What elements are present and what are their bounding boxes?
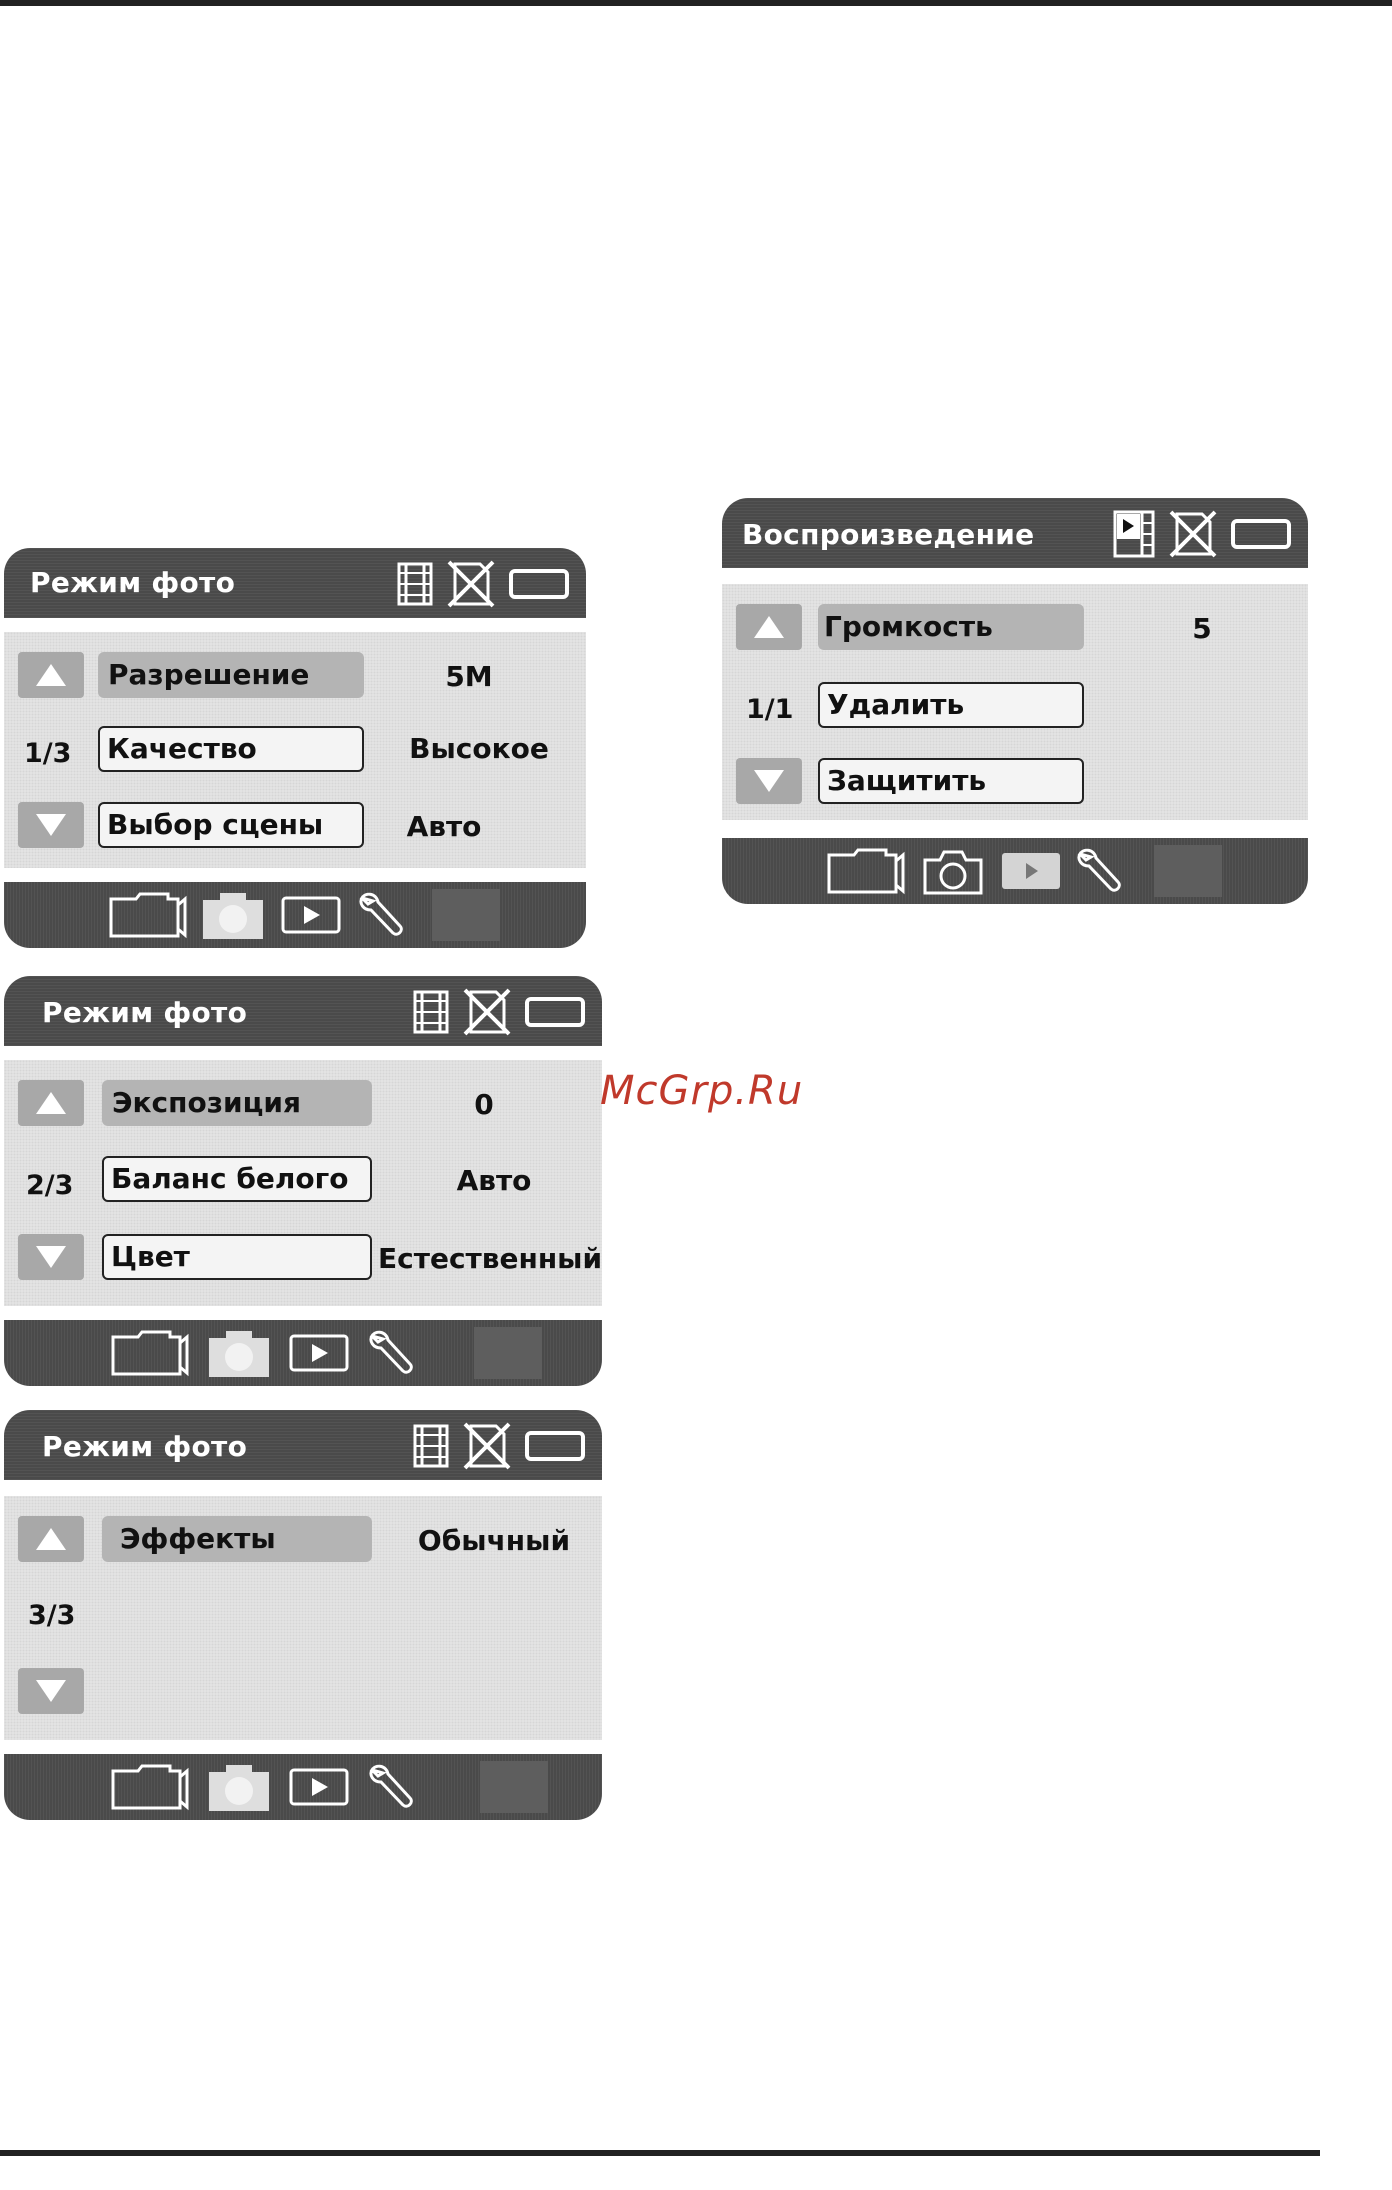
menu-item-volume[interactable]: Громкость [818,604,1084,650]
camera-icon[interactable] [922,846,984,896]
menu-body: Разрешение 5M 1/3 Качество Высокое Выбор… [4,632,586,868]
scroll-down-button[interactable] [18,1668,84,1714]
menu-value: 5M [445,660,493,693]
arrow-down-icon [36,814,66,836]
playback-icon[interactable] [288,1328,350,1378]
no-card-icon [463,988,511,1036]
playback-icon[interactable] [280,890,342,940]
empty-slot [480,1761,548,1813]
page-indicator: 1/1 [746,694,794,725]
screen-title: Воспроизведение [742,518,1035,551]
arrow-up-icon [754,616,784,638]
wrench-icon[interactable] [1074,846,1124,896]
menu-value: 5 [1192,612,1212,645]
menu-body: Экспозиция 0 2/3 Баланс белого Авто Цвет… [4,1060,602,1306]
arrow-up-icon [36,1528,66,1550]
no-card-icon [463,1422,511,1470]
scroll-up-button[interactable] [18,1516,84,1562]
scroll-up-button[interactable] [18,652,84,698]
screen-header: Режим фото [4,1410,602,1480]
menu-screen-photo-1: Режим фото Разрешение 5M 1/3 Качество Вы… [4,548,586,948]
scroll-down-button[interactable] [18,1234,84,1280]
playback-film-icon [1113,510,1155,558]
screen-footer [4,882,586,948]
arrow-down-icon [36,1680,66,1702]
wrench-icon[interactable] [366,1328,416,1378]
menu-item-delete[interactable]: Удалить [818,682,1084,728]
folder-icon[interactable] [108,890,188,940]
arrow-up-icon [36,664,66,686]
camera-icon[interactable] [208,1762,270,1812]
menu-value: Высокое [409,732,549,765]
top-rule [0,0,1392,6]
watermark: McGrp.Ru [600,1068,804,1114]
empty-slot [1154,845,1222,897]
page-indicator: 1/3 [24,738,72,769]
scroll-up-button[interactable] [18,1080,84,1126]
folder-icon[interactable] [110,1762,190,1812]
menu-body: Эффекты Обычный 3/3 [4,1496,602,1740]
folder-icon[interactable] [110,1328,190,1378]
menu-item-white-balance[interactable]: Баланс белого [102,1156,372,1202]
menu-screen-playback: Воспроизведение Громкость 5 1/1 Удалить … [722,498,1308,904]
camera-icon[interactable] [202,890,264,940]
folder-icon[interactable] [826,846,906,896]
screen-footer [4,1320,602,1386]
empty-slot [432,889,500,941]
battery-icon [509,569,569,599]
screen-header: Режим фото [4,548,586,618]
menu-value: Обычный [417,1524,571,1557]
menu-item-resolution[interactable]: Разрешение [98,652,364,698]
bottom-rule [0,2150,1320,2156]
menu-value: Авто [456,1164,532,1197]
screen-header: Режим фото [4,976,602,1046]
screen-footer [4,1754,602,1820]
film-strip-icon [413,1424,449,1468]
screen-title: Режим фото [30,566,236,599]
menu-item-color[interactable]: Цвет [102,1234,372,1280]
arrow-down-icon [754,770,784,792]
menu-screen-photo-3: Режим фото Эффекты Обычный 3/3 [4,1410,602,1822]
page-indicator: 3/3 [28,1600,76,1631]
menu-item-protect[interactable]: Защитить [818,758,1084,804]
screen-footer [722,838,1308,904]
wrench-icon[interactable] [356,890,406,940]
menu-value: Авто [406,810,482,843]
menu-item-quality[interactable]: Качество [98,726,364,772]
no-card-icon [1169,510,1217,558]
screen-header: Воспроизведение [722,498,1308,568]
scroll-down-button[interactable] [736,758,802,804]
menu-value: 0 [474,1088,494,1121]
empty-slot [474,1327,542,1379]
film-strip-icon [413,990,449,1034]
menu-item-effects[interactable]: Эффекты [102,1516,372,1562]
film-strip-icon [397,562,433,606]
battery-icon [525,997,585,1027]
battery-icon [525,1431,585,1461]
wrench-icon[interactable] [366,1762,416,1812]
menu-body: Громкость 5 1/1 Удалить Защитить [722,584,1308,820]
playback-icon[interactable] [288,1762,350,1812]
menu-item-exposure[interactable]: Экспозиция [102,1080,372,1126]
scroll-down-button[interactable] [18,802,84,848]
arrow-up-icon [36,1092,66,1114]
battery-icon [1231,519,1291,549]
screen-title: Режим фото [42,996,248,1029]
scroll-up-button[interactable] [736,604,802,650]
menu-value: Естественный [378,1242,603,1275]
playback-icon[interactable] [1000,846,1062,896]
no-card-icon [447,560,495,608]
page-indicator: 2/3 [26,1170,74,1201]
screen-title: Режим фото [42,1430,248,1463]
camera-icon[interactable] [208,1328,270,1378]
arrow-down-icon [36,1246,66,1268]
menu-screen-photo-2: Режим фото Экспозиция 0 2/3 Баланс белог… [4,976,602,1390]
menu-item-scene[interactable]: Выбор сцены [98,802,364,848]
